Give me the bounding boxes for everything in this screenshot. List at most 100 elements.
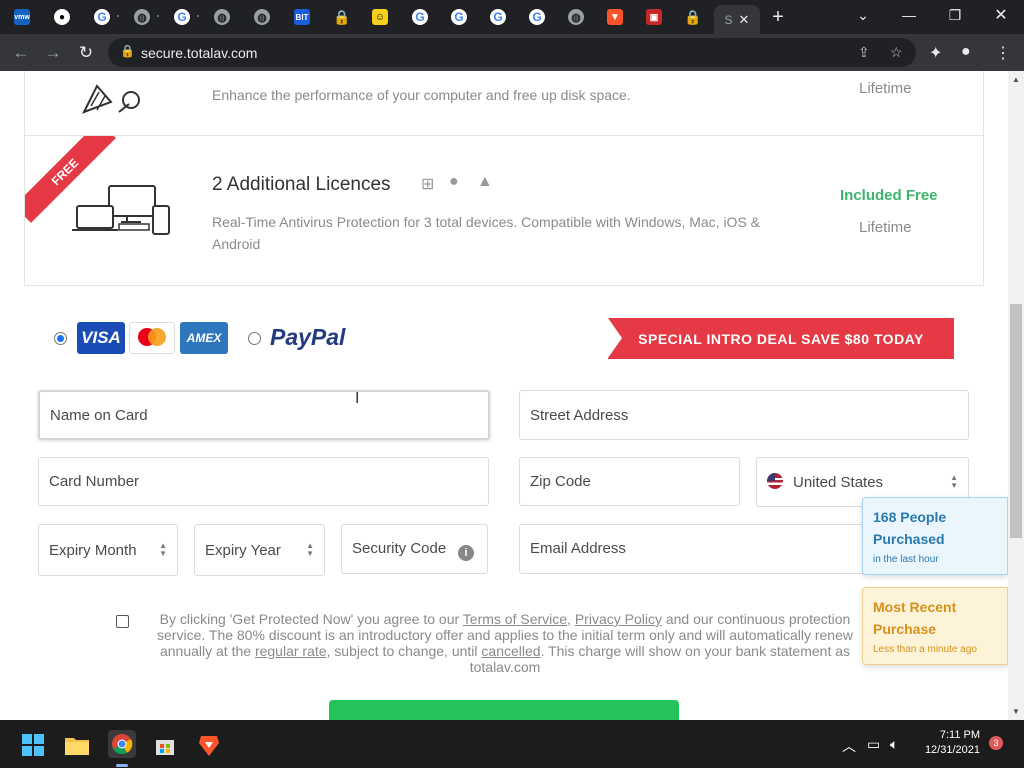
browser-tab[interactable]: vmw <box>4 5 40 29</box>
browser-tab[interactable]: ☺ <box>362 5 398 29</box>
close-icon: ✕ <box>994 7 1008 24</box>
volume-icon[interactable]: 🔈︎ <box>890 736 898 753</box>
lock-favicon-icon: 🔒 <box>684 8 702 25</box>
browser-tab[interactable]: ◍ <box>244 5 280 29</box>
country-value: United States <box>793 473 884 491</box>
notification-count-badge[interactable]: 3 <box>989 736 1003 750</box>
vmware-favicon-icon: vmw <box>14 9 30 25</box>
minimize-button[interactable]: — <box>886 0 932 30</box>
profile-avatar-icon[interactable]: ● <box>961 43 971 61</box>
new-tab-button[interactable]: + <box>760 5 796 29</box>
price-label: Included Free <box>840 187 938 204</box>
browser-tab-active[interactable]: S ✕ <box>714 5 760 34</box>
scroll-down-icon[interactable]: ▼ <box>1012 707 1020 716</box>
address-url[interactable]: secure.totalav.com <box>141 45 257 61</box>
active-tab-title: S <box>724 12 733 27</box>
back-button[interactable]: ← <box>10 42 32 64</box>
page-scrollbar[interactable]: ▲ ▼ <box>1008 71 1024 720</box>
terms-text: By clicking 'Get Protected Now' you agre… <box>150 611 860 675</box>
browser-tab[interactable]: 🔒 <box>324 5 360 29</box>
file-explorer-button[interactable] <box>64 732 90 758</box>
browser-tab[interactable]: G <box>402 5 438 29</box>
google-favicon-icon: G <box>529 9 545 25</box>
browser-tab[interactable]: ◍ <box>558 5 594 29</box>
address-bar[interactable]: 🔒 secure.totalav.com ⇪ ☆ <box>108 38 916 67</box>
tab-search-button[interactable]: ⌄ <box>840 0 886 30</box>
microsoft-store-button[interactable] <box>152 732 178 758</box>
brave-button[interactable] <box>196 732 222 758</box>
feature-card-licences: FREE 2 Additional Licences ⊞ ● ▲ Real-Ti… <box>24 135 984 286</box>
card-payment-radio[interactable] <box>54 332 67 345</box>
terms-checkbox[interactable] <box>116 615 129 628</box>
taskbar-clock[interactable]: 7:11 PM 12/31/2021 <box>920 728 980 758</box>
feature-card-performance: Enhance the performance of your computer… <box>24 71 984 136</box>
get-protected-now-button[interactable] <box>329 700 679 720</box>
bag-favicon-icon: ▣ <box>646 9 662 25</box>
card-number-field[interactable]: Card Number <box>38 457 489 506</box>
devices-icon <box>72 185 170 235</box>
privacy-policy-link[interactable]: Privacy Policy <box>575 611 662 627</box>
street-address-field[interactable]: Street Address <box>519 390 969 440</box>
google-favicon-icon: G <box>451 9 467 25</box>
browser-tab[interactable]: ▣ <box>636 5 672 29</box>
paypal-logo: PayPal <box>270 324 346 350</box>
browser-tab[interactable]: G <box>164 5 200 29</box>
restore-button[interactable]: ❐ <box>932 0 978 30</box>
lock-favicon-icon: 🔒 <box>333 8 351 25</box>
google-favicon-icon: G <box>412 9 428 25</box>
scrollbar-thumb[interactable] <box>1010 304 1022 538</box>
browser-tab[interactable]: G <box>441 5 477 29</box>
extensions-puzzle-icon[interactable]: ✦ <box>929 43 942 63</box>
chevron-up-icon[interactable]: ︿ <box>842 736 856 756</box>
browser-tab[interactable]: G <box>84 5 120 29</box>
select-arrows-icon: ▲ ▼ <box>159 541 167 558</box>
bitwarden-favicon-icon: BIT <box>294 9 310 25</box>
name-on-card-field[interactable]: Name on Card <box>38 390 490 440</box>
browser-tab[interactable]: G <box>480 5 516 29</box>
regular-rate-link[interactable]: regular rate <box>255 643 327 659</box>
close-window-button[interactable]: ✕ <box>978 0 1024 30</box>
folder-icon <box>65 738 89 755</box>
notification-title: Most Recent Purchase <box>873 599 957 637</box>
special-deal-banner: SPECIAL INTRO DEAL SAVE $80 TODAY <box>608 318 954 359</box>
zip-code-field[interactable]: Zip Code <box>519 457 740 506</box>
forward-button[interactable]: → <box>42 42 64 64</box>
browser-tab[interactable]: 🔒 <box>675 5 711 29</box>
arrow-left-icon: ← <box>12 43 30 62</box>
terms-of-service-link[interactable]: Terms of Service <box>463 611 567 627</box>
bookmark-star-icon[interactable]: ☆ <box>890 44 903 61</box>
chevron-down-icon: ⌄ <box>857 6 869 23</box>
share-icon[interactable]: ⇪ <box>858 44 870 61</box>
browser-tab[interactable]: ◍ <box>204 5 240 29</box>
lock-icon[interactable]: 🔒 <box>120 44 135 58</box>
us-flag-icon <box>767 473 783 489</box>
start-button[interactable] <box>20 732 46 758</box>
arrow-right-icon: → <box>44 43 62 62</box>
network-icon[interactable]: ▭ <box>867 736 880 753</box>
restore-icon: ❐ <box>948 6 962 23</box>
github-favicon-icon: ● <box>54 9 70 25</box>
browser-tab[interactable]: ● <box>44 5 80 29</box>
expiry-month-select[interactable]: Expiry Month ▲ ▼ <box>38 524 178 576</box>
people-purchased-notification: 168 People Purchased in the last hour <box>862 497 1008 575</box>
reload-button[interactable]: ↻ <box>75 42 97 64</box>
security-code-field[interactable]: Security Code i <box>341 524 488 574</box>
recent-purchase-notification: Most Recent Purchase Less than a minute a… <box>862 587 1008 665</box>
more-menu-icon[interactable]: ⋮ <box>995 43 1011 63</box>
amex-logo: AMEX <box>180 322 228 354</box>
browser-tab[interactable]: ▼ <box>597 5 633 29</box>
cancelled-link[interactable]: cancelled <box>481 643 540 659</box>
paypal-payment-radio[interactable] <box>248 332 261 345</box>
notification-title: 168 People Purchased <box>873 509 947 547</box>
minimize-icon: — <box>902 7 916 23</box>
mastercard-icon <box>138 328 166 346</box>
close-tab-icon[interactable]: ✕ <box>739 12 750 28</box>
browser-tab[interactable]: BIT <box>284 5 320 29</box>
scroll-up-icon[interactable]: ▲ <box>1012 75 1020 84</box>
windows-icon: ⊞ <box>421 176 435 193</box>
info-icon[interactable]: i <box>458 545 474 561</box>
chrome-button[interactable] <box>108 730 136 758</box>
browser-tab[interactable]: G <box>519 5 555 29</box>
expiry-year-select[interactable]: Expiry Year ▲ ▼ <box>194 524 325 576</box>
browser-tab[interactable]: ◍ <box>124 5 160 29</box>
